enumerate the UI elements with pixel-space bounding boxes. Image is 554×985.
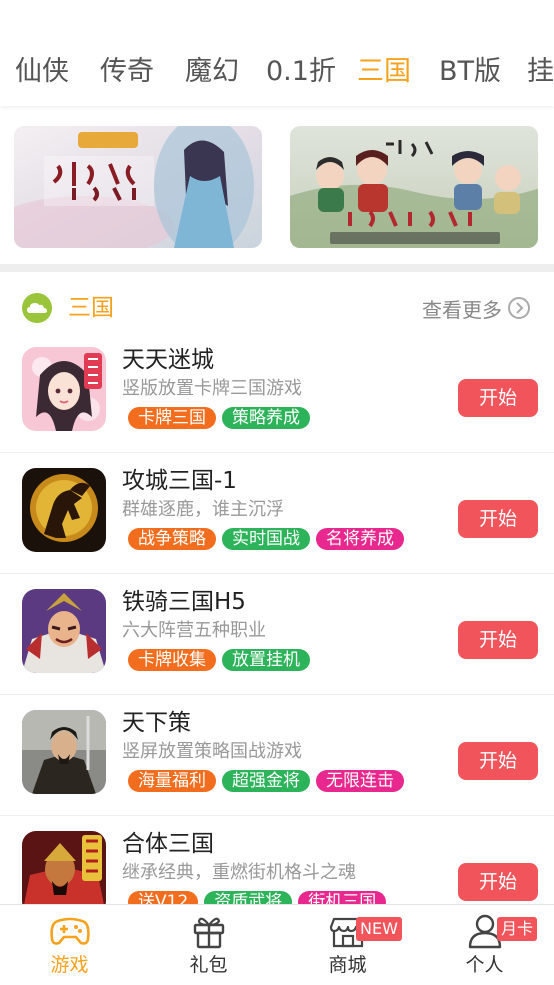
- section-title: 三国: [68, 295, 114, 321]
- game-tag: 策略养成: [222, 407, 310, 429]
- game-tag: 卡牌收集: [128, 649, 216, 671]
- game-tag: 海量福利: [128, 770, 216, 792]
- game-name: 天天迷城: [122, 347, 214, 373]
- game-tags: 卡牌收集 放置挂机: [128, 649, 310, 671]
- game-description: 群雄逐鹿，谁主沉浮: [122, 499, 284, 520]
- nav-profile-label: 个人: [465, 954, 504, 976]
- game-icon: [22, 468, 106, 552]
- new-badge: NEW: [356, 917, 402, 941]
- list-item[interactable]: 攻城三国-1 群雄逐鹿，谁主沉浮 战争策略 实时国战 名将养成 开始: [0, 453, 554, 574]
- cloud-icon: [22, 293, 52, 323]
- game-tag: 资质武将: [204, 891, 293, 904]
- game-list: 天天迷城 竖版放置卡牌三国游戏 卡牌三国 策略养成 开始 攻城三国-1 群雄逐鹿…: [0, 332, 554, 904]
- banner-2-image: [290, 126, 538, 248]
- tab-bt[interactable]: BT版: [439, 56, 501, 88]
- nav-games-label: 游戏: [50, 954, 89, 976]
- banner-1[interactable]: [14, 126, 262, 248]
- view-more-link[interactable]: 查看更多: [422, 292, 530, 324]
- tab-mohuan[interactable]: 魔幻: [185, 56, 239, 88]
- chevron-right-icon: [508, 297, 530, 319]
- start-button[interactable]: 开始: [458, 863, 538, 901]
- gift-icon: [193, 917, 224, 949]
- list-item[interactable]: 天下策 竖屏放置策略国战游戏 海量福利 超强金将 无限连击 开始: [0, 695, 554, 816]
- start-button[interactable]: 开始: [458, 742, 538, 780]
- list-item[interactable]: 天天迷城 竖版放置卡牌三国游戏 卡牌三国 策略养成 开始: [0, 332, 554, 453]
- game-name: 天下策: [122, 710, 191, 736]
- game-tag: 战争策略: [128, 528, 216, 550]
- game-icon: [22, 831, 106, 904]
- banner-1-image: [14, 126, 262, 248]
- section-divider: [0, 264, 554, 272]
- monthly-card-badge: 月卡: [497, 917, 538, 941]
- start-button[interactable]: 开始: [458, 500, 538, 538]
- nav-gifts-label: 礼包: [189, 954, 228, 976]
- category-tabs: 仙侠 传奇 魔幻 0.1折 三国 BT版 挂: [0, 0, 554, 106]
- game-description: 竖屏放置策略国战游戏: [122, 741, 302, 762]
- list-item[interactable]: 铁骑三国H5 六大阵营五种职业 卡牌收集 放置挂机 开始: [0, 574, 554, 695]
- game-tag: 无限连击: [316, 770, 404, 792]
- game-description: 继承经典，重燃街机格斗之魂: [122, 862, 356, 883]
- start-button[interactable]: 开始: [458, 621, 538, 659]
- banner-carousel: [0, 106, 554, 266]
- nav-gifts[interactable]: 礼包: [139, 905, 278, 985]
- game-tag: 卡牌三国: [128, 407, 216, 429]
- tab-xianxia[interactable]: 仙侠: [15, 56, 69, 88]
- view-more-label: 查看更多: [422, 297, 502, 322]
- bottom-nav: 游戏 礼包 NEW 商城 月卡 个人: [0, 904, 554, 984]
- nav-games[interactable]: 游戏: [0, 905, 139, 985]
- game-tags: 卡牌三国 策略养成: [128, 407, 310, 429]
- gamepad-icon: [49, 917, 90, 945]
- tab-sanguo[interactable]: 三国: [357, 56, 411, 88]
- game-tag: 名将养成: [316, 528, 404, 550]
- game-description: 六大阵营五种职业: [122, 620, 266, 641]
- game-tags: 海量福利 超强金将 无限连击: [128, 770, 404, 792]
- tab-discount[interactable]: 0.1折: [266, 56, 336, 88]
- game-tag: 超强金将: [222, 770, 310, 792]
- game-name: 合体三国: [122, 831, 214, 857]
- start-button[interactable]: 开始: [458, 379, 538, 417]
- tab-gua[interactable]: 挂: [527, 56, 554, 88]
- game-tags: 送V12 资质武将 街机三国: [128, 891, 387, 904]
- game-tag: 放置挂机: [222, 649, 310, 671]
- banner-2[interactable]: [290, 126, 538, 248]
- game-name: 攻城三国-1: [122, 468, 237, 494]
- game-icon: [22, 710, 106, 794]
- game-tag: 实时国战: [222, 528, 310, 550]
- game-description: 竖版放置卡牌三国游戏: [122, 378, 302, 399]
- nav-store-label: 商城: [328, 954, 367, 976]
- list-item[interactable]: 合体三国 继承经典，重燃街机格斗之魂 送V12 资质武将 街机三国 开始: [0, 816, 554, 904]
- game-icon: [22, 589, 106, 673]
- game-icon: [22, 347, 106, 431]
- nav-store[interactable]: NEW 商城: [278, 905, 417, 985]
- game-tags: 战争策略 实时国战 名将养成: [128, 528, 404, 550]
- nav-profile[interactable]: 月卡 个人: [415, 905, 554, 985]
- tab-chuanqi[interactable]: 传奇: [100, 56, 154, 88]
- game-name: 铁骑三国H5: [122, 589, 246, 615]
- game-tag: 送V12: [128, 891, 199, 904]
- game-tag: 街机三国: [298, 891, 387, 904]
